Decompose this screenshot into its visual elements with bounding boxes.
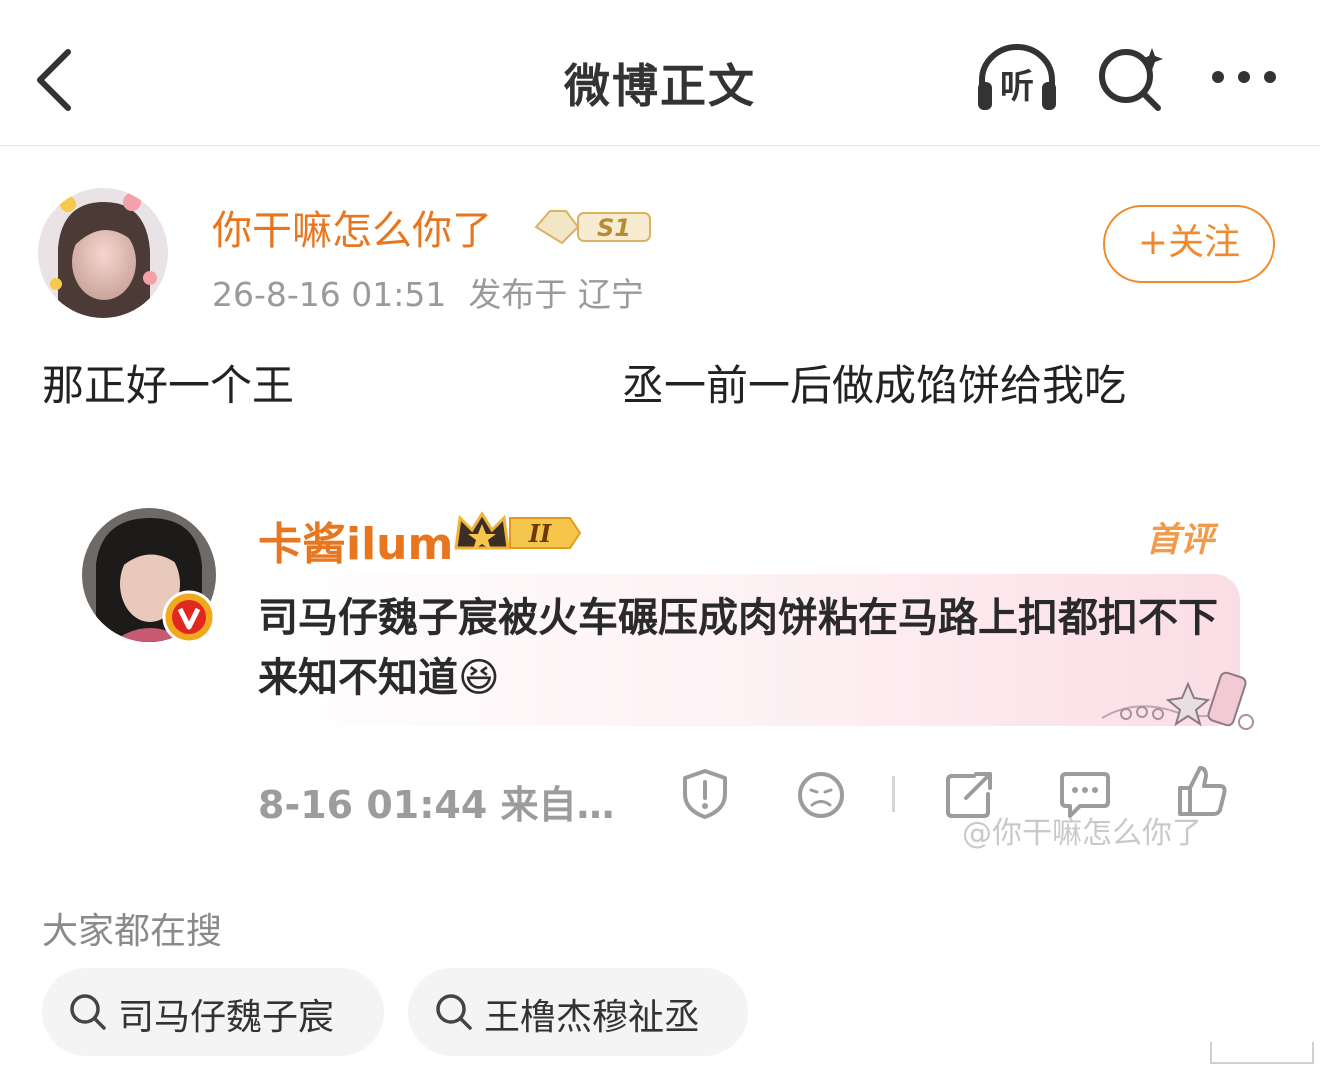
post-text-left: 那正好一个王 <box>42 361 295 410</box>
bubble-decoration-icon <box>1101 671 1254 730</box>
post-time: 26-8-16 01:51 <box>212 275 447 314</box>
post-meta: 26-8-16 01:51 发布于 辽宁 <box>212 268 644 316</box>
comment-body: 司马仔魏子宸被火车碾压成肉饼粘在马路上扣都扣不下来知不知道 <box>258 595 1218 701</box>
comment-text: 司马仔魏子宸被火车碾压成肉饼粘在马路上扣都扣不下来知不知道😆 <box>258 588 1218 708</box>
hot-search-chip[interactable]: 王橹杰穆祉丞 <box>408 968 748 1056</box>
first-comment-badge: 首评 <box>1146 520 1214 560</box>
search-icon <box>70 994 106 1030</box>
hot-search-text: 王橹杰穆祉丞 <box>484 997 701 1038</box>
comment-time: 8-16 01:44 来自… <box>258 783 615 827</box>
rank-label: II <box>528 519 552 548</box>
listen-icon[interactable]: 听 <box>974 42 1060 114</box>
post-text-right: 丞一前一后做成馅饼给我吃 <box>622 361 1127 410</box>
member-badge-label: S1 <box>597 214 631 242</box>
commenter-name: 卡酱ilum <box>258 519 454 570</box>
author-avatar[interactable] <box>38 188 168 318</box>
laugh-emoji-icon: 😆 <box>458 655 500 701</box>
hot-search-text: 司马仔魏子宸 <box>118 997 335 1038</box>
action-divider <box>892 776 895 812</box>
report-icon[interactable] <box>680 768 730 820</box>
crown-badge-icon: II <box>454 511 582 550</box>
more-icon[interactable] <box>1208 62 1280 92</box>
verified-icon <box>162 590 216 644</box>
search-icon[interactable] <box>1096 44 1166 114</box>
member-badge-icon: S1 <box>534 210 651 245</box>
follow-button[interactable]: +关注 <box>1103 205 1275 283</box>
listen-label: 听 <box>1000 67 1034 107</box>
hot-search-chip[interactable]: 司马仔魏子宸 <box>42 968 384 1056</box>
watermark: @你干嘛怎么你了 <box>962 816 1202 851</box>
dislike-face-icon[interactable] <box>796 770 846 820</box>
search-icon <box>436 994 472 1030</box>
hot-search-label: 大家都在搜 <box>42 911 223 952</box>
corner-mark <box>1210 1042 1314 1064</box>
author-name[interactable]: 你干嘛怎么你了 <box>212 198 492 256</box>
post-location: 发布于 辽宁 <box>468 275 644 314</box>
